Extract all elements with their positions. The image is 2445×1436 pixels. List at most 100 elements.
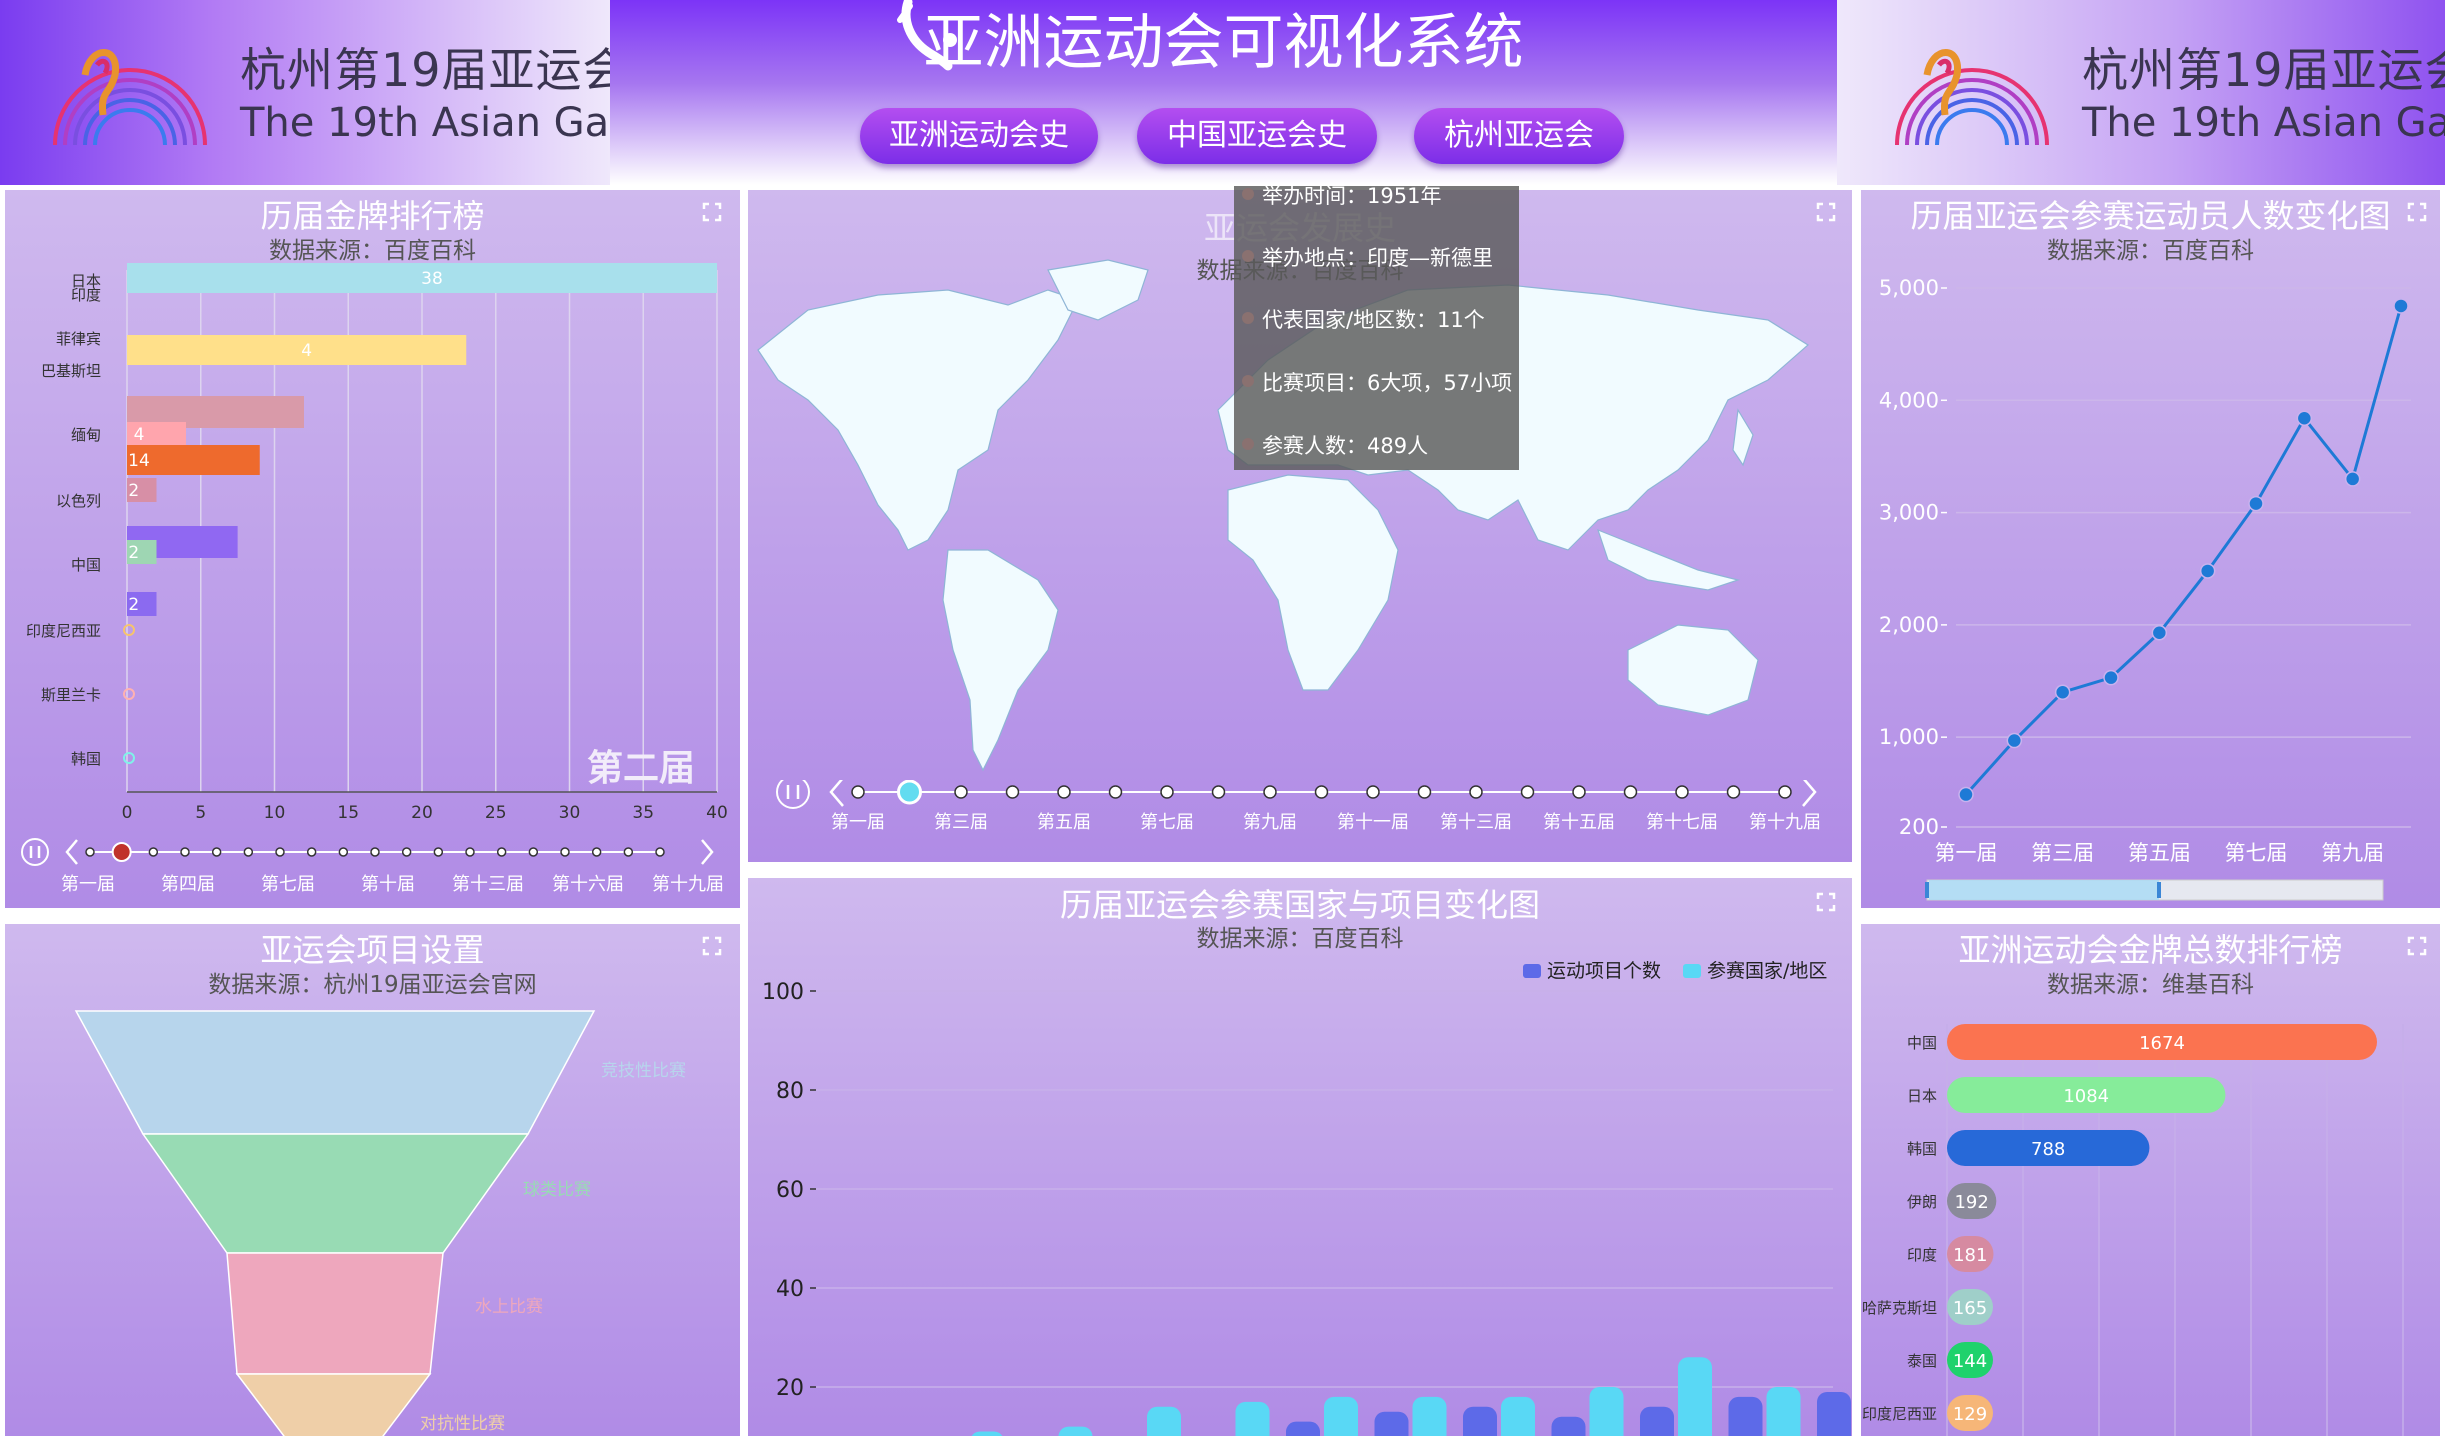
bar-countries [1147, 1406, 1181, 1436]
data-point [2393, 298, 2409, 314]
timeline-active-point [111, 842, 132, 862]
category-label: 菲律宾 [56, 330, 101, 348]
bar-label: 144 [1953, 1351, 1987, 1372]
bar-label: 38 [421, 269, 443, 289]
expand-icon[interactable] [1816, 202, 1836, 222]
countries-panel: 历届亚运会参赛国家与项目变化图 数据来源：百度百科 20 40 60 80 100 运动项… [748, 878, 1852, 1436]
timeline-point [1108, 785, 1123, 799]
y-tick-label: 4,000 [1879, 388, 1939, 412]
data-point [2006, 732, 2023, 749]
timeline-point [401, 847, 412, 857]
asian-games-logo-right: 杭州第19届亚运会 The 19th Asian Games [1887, 35, 2445, 155]
bar-events [1286, 1421, 1320, 1436]
bar-label: 165 [1953, 1298, 1987, 1319]
asian-games-logo: 杭州第19届亚运会 The 19th Asian Games [45, 35, 694, 155]
pause-icon [776, 780, 810, 809]
category-label: 斯里兰卡 [41, 686, 101, 704]
bar-events [1728, 1396, 1763, 1436]
events-funnel-chart: 竞技性比赛球类比赛水上比赛对抗性比赛 [74, 1010, 686, 1436]
pause-icon [21, 838, 49, 866]
timeline-point [528, 847, 539, 857]
asian-games-emblem-icon [53, 49, 207, 146]
funnel-segment [141, 1133, 530, 1254]
y-tick-label: 100 [762, 980, 804, 1005]
timeline-point [1726, 785, 1741, 799]
timeline-point [1263, 785, 1277, 799]
timeline-point [954, 785, 968, 799]
bar-label: 1674 [2139, 1033, 2185, 1054]
timeline-point [560, 847, 570, 857]
bar-label: 192 [1954, 1192, 1988, 1213]
category-label: 泰国 [1907, 1352, 1937, 1370]
bar-label: 2 [128, 543, 139, 563]
datazoom-window [1929, 880, 2159, 900]
logo-title-en: The 19th Asian Games [2082, 100, 2445, 146]
timeline-point [1469, 785, 1483, 799]
x-tick-label: 25 [485, 803, 507, 823]
x-tick-label: 第三届 [2031, 841, 2094, 865]
timeline-point [1572, 785, 1586, 799]
x-tick-label: 35 [632, 803, 654, 823]
nav-asian-games-history[interactable]: 亚洲运动会史 [860, 108, 1098, 164]
timeline-point [433, 847, 444, 857]
timeline-active-point [897, 780, 922, 805]
pause-glyph [29, 846, 41, 858]
category-label: 印度尼西亚 [1862, 1405, 1937, 1423]
timeline-point [1057, 785, 1071, 799]
category-label: 巴基斯坦 [41, 362, 101, 380]
x-tick-label: 第一届 [1935, 841, 1998, 865]
athletes-chart: 200 1,000 2,000 3,000 4,000 5,000 第一届 第三届 第五届 第七届… [1879, 276, 2411, 901]
x-tick-label: 30 [559, 803, 581, 823]
bar-label: 129 [1953, 1404, 1987, 1425]
timeline-point [1778, 785, 1792, 799]
zero-marker [123, 688, 135, 700]
nav-china-asian-games-history[interactable]: 中国亚运会史 [1137, 108, 1377, 164]
map-timeline[interactable]: 第一届 第三届 第五届 第七届 第九届 第十一届 第十三届 第十五届 第十七届 第十九届 [748, 780, 1852, 860]
x-tick-label: 0 [122, 803, 133, 823]
category-label: 印度 [1907, 1246, 1937, 1264]
y-tick-label: 20 [776, 1376, 804, 1401]
prev-icon [829, 780, 844, 807]
timeline-label: 第一届 [831, 812, 885, 833]
bar-events [1640, 1406, 1674, 1436]
bar-label: 4 [301, 341, 312, 361]
timeline-point [851, 785, 865, 799]
timeline-label: 第十九届 [1749, 812, 1821, 833]
bar-countries [1678, 1357, 1712, 1436]
header-center: 亚洲运动会可视化系统 亚洲运动会史 中国亚运会史 杭州亚运会 [610, 0, 1837, 185]
x-tick-label: 5 [195, 803, 206, 823]
total-gold-chart: 中国 1674 日本 1084 韩国 788 伊朗 192 印度 181 哈萨克斯坦 165 泰国 144… [1862, 1024, 2404, 1436]
y-tick-label: 80 [776, 1079, 804, 1104]
bar-label: 2 [128, 481, 139, 501]
funnel-label: 球类比赛 [523, 1179, 591, 1200]
x-tick-label: 第九届 [2321, 841, 2384, 865]
logo-title-cn: 杭州第19届亚运会 [2082, 43, 2445, 97]
x-tick-label: 第七届 [2225, 841, 2288, 865]
funnel-segment [226, 1252, 444, 1375]
category-label: 中国 [71, 556, 101, 574]
zero-marker [123, 624, 135, 636]
timeline-point [275, 847, 285, 857]
north-america-shape [757, 289, 1079, 551]
nav-hangzhou-asian-games[interactable]: 杭州亚运会 [1414, 108, 1624, 164]
next-icon [701, 839, 714, 865]
legend-label: 参赛国家/地区 [1707, 960, 1827, 982]
timeline-label: 第十五届 [1543, 812, 1615, 833]
datazoom-handle [1925, 882, 1929, 898]
asian-games-emblem-icon [1895, 49, 2049, 146]
timeline-point [306, 847, 317, 857]
category-label: 中国 [1907, 1034, 1937, 1052]
timeline-label: 第三届 [934, 812, 988, 833]
category-label: 缅甸 [71, 426, 101, 444]
legend-label: 运动项目个数 [1547, 960, 1661, 982]
timeline-point [1520, 785, 1535, 799]
data-point [2054, 684, 2071, 700]
page-title: 亚洲运动会可视化系统 [923, 8, 1524, 78]
y-tick-label: 5,000 [1879, 276, 1939, 300]
athletes-panel: 历届亚运会参赛运动员人数变化图 数据来源：百度百科 200 1,000 2,000 3… [1861, 190, 2440, 908]
next-icon [1802, 780, 1817, 807]
x-tick-label: 40 [706, 803, 728, 823]
data-point [2344, 471, 2361, 487]
pause-glyph [786, 785, 800, 799]
bar-countries [1324, 1396, 1358, 1436]
